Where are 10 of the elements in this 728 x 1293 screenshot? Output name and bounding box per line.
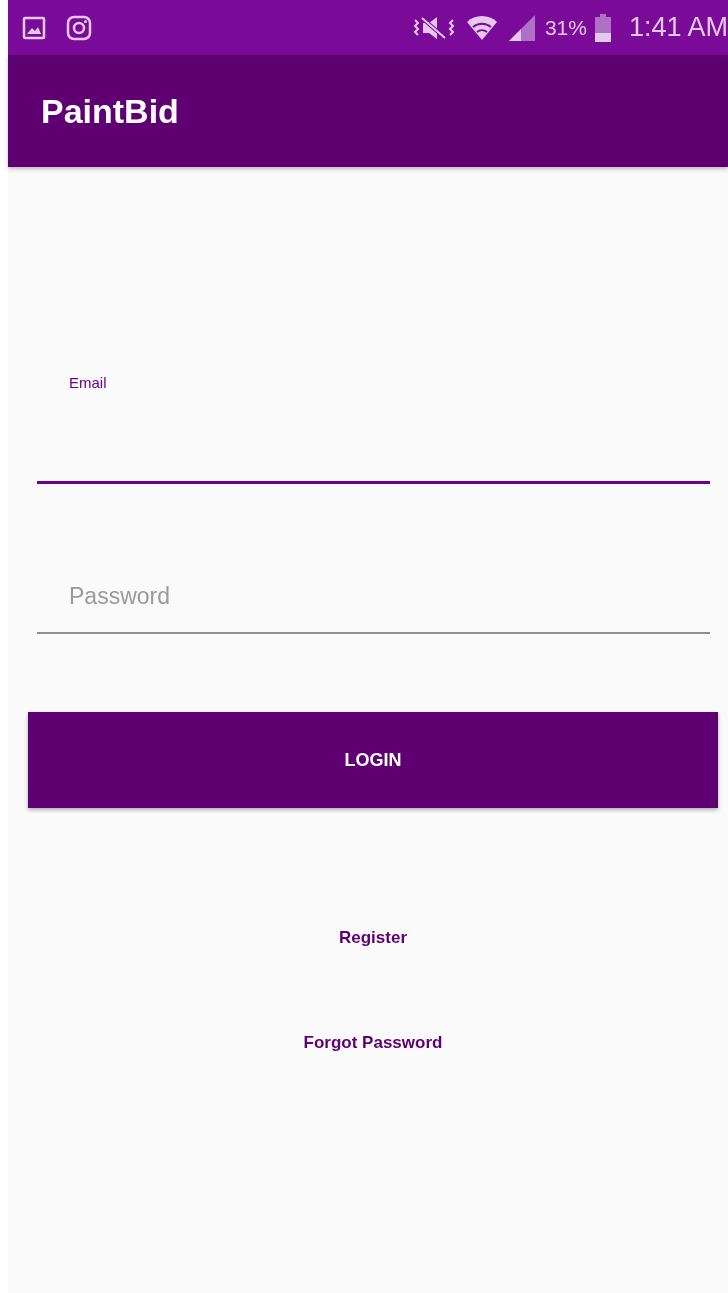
- input-field[interactable]: Email: [37, 369, 710, 484]
- image-icon: [22, 15, 46, 40]
- text-link[interactable]: Register: [339, 928, 407, 948]
- camera-icon: [66, 14, 92, 41]
- login-button[interactable]: LOGIN: [28, 712, 718, 808]
- status-time: 1:41 AM: [628, 12, 728, 43]
- text-link[interactable]: Forgot Password: [303, 1033, 443, 1053]
- app-title: PaintBid: [41, 91, 179, 131]
- battery-icon: [594, 13, 611, 42]
- battery-percentage: 31%: [544, 15, 587, 40]
